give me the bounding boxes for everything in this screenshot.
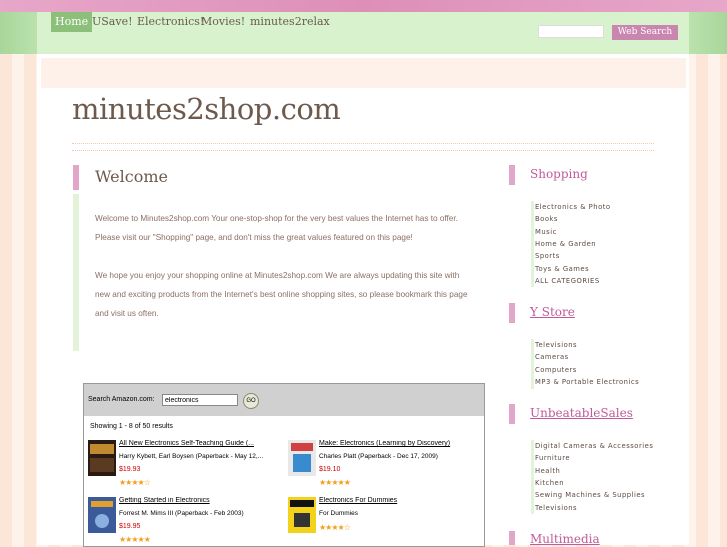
web-search-button[interactable]: Web Search (612, 25, 678, 40)
nav-usave[interactable]: USave! (92, 12, 133, 32)
sidebar-link-kitchen[interactable]: Kitchen (535, 479, 564, 487)
product-title-link[interactable]: Make: Electronics (Learning by Discovery… (319, 440, 479, 447)
welcome-accent-bar (73, 165, 79, 190)
sidebar-list-line (531, 339, 534, 389)
sidebar-link-music[interactable]: Music (535, 228, 557, 236)
nav-minutes2relax[interactable]: minutes2relax (250, 12, 330, 32)
nav-home[interactable]: Home (51, 12, 93, 32)
product-author: Harry Kybett, Earl Boysen (Paperback - M… (119, 453, 264, 460)
sidebar-accent-bar (509, 303, 515, 323)
sidebar-heading-shopping: Shopping (530, 167, 588, 181)
product-item: Electronics For Dummies For Dummies ★★★★… (288, 497, 479, 546)
header-strip (41, 58, 686, 88)
sidebar-link-books[interactable]: Books (535, 215, 558, 223)
nav-electronics[interactable]: Electronics! (137, 12, 204, 32)
sidebar-link-sewing-machines[interactable]: Sewing Machines & Supplies (535, 491, 645, 499)
sidebar-link-furniture[interactable]: Furniture (535, 454, 570, 462)
nav-movies[interactable]: Movies! (201, 12, 245, 32)
sidebar-link-electronics-photo[interactable]: Electronics & Photo (535, 203, 611, 211)
rating-stars-icon: ★★★★☆ (319, 523, 351, 532)
amazon-search-widget: Search Amazon.com: GO Showing 1 - 8 of 5… (83, 383, 485, 547)
sidebar-heading-y-store[interactable]: Y Store (530, 305, 575, 319)
header-divider (72, 143, 654, 151)
amazon-go-button[interactable]: GO (243, 393, 259, 409)
product-title-link[interactable]: All New Electronics Self-Teaching Guide … (119, 440, 279, 447)
product-price: $19.95 (119, 523, 141, 530)
book-cover-thumbnail[interactable] (288, 440, 316, 476)
sidebar-link-cameras[interactable]: Cameras (535, 353, 569, 361)
sidebar-link-health[interactable]: Health (535, 467, 560, 475)
amazon-search-label: Search Amazon.com: (88, 396, 155, 403)
amazon-search-input[interactable] (162, 394, 238, 406)
product-item: Make: Electronics (Learning by Discovery… (288, 440, 478, 495)
sidebar-heading-multimedia[interactable]: Multimedia (530, 532, 600, 546)
product-price: $19.93 (119, 466, 141, 473)
sidebar-accent-bar (509, 531, 515, 545)
site-title[interactable]: minutes2shop.com (72, 92, 341, 126)
top-pink-band (0, 0, 727, 12)
book-cover-thumbnail[interactable] (88, 497, 116, 533)
sidebar-link-sports[interactable]: Sports (535, 252, 560, 260)
product-item: All New Electronics Self-Teaching Guide … (88, 440, 278, 495)
sidebar-list-line (531, 440, 534, 514)
sidebar-accent-bar (509, 404, 515, 424)
welcome-paragraph-2: We hope you enjoy your shopping online a… (95, 271, 468, 318)
book-cover-thumbnail[interactable] (88, 440, 116, 476)
sidebar-link-mp3-portable[interactable]: MP3 & Portable Electronics (535, 378, 639, 386)
sidebar-list-line (531, 201, 534, 287)
amazon-search-header: Search Amazon.com: GO (84, 384, 484, 416)
sidebar-link-digital-cameras[interactable]: Digital Cameras & Accessories (535, 442, 653, 450)
rating-stars-icon: ★★★★★ (119, 535, 151, 544)
web-search-input[interactable] (538, 25, 604, 38)
sidebar-link-televisions-2[interactable]: Televisions (535, 504, 577, 512)
sidebar-link-home-garden[interactable]: Home & Garden (535, 240, 596, 248)
sidebar-link-toys-games[interactable]: Toys & Games (535, 265, 589, 273)
sidebar-link-televisions[interactable]: Televisions (535, 341, 577, 349)
welcome-paragraph-1: Welcome to Minutes2shop.com Your one-sto… (95, 214, 458, 242)
product-author: Charles Platt (Paperback - Dec 17, 2009) (319, 453, 438, 460)
product-author: Forrest M. Mims III (Paperback - Feb 200… (119, 510, 244, 517)
product-author: For Dummies (319, 510, 359, 517)
welcome-heading: Welcome (95, 167, 168, 186)
rating-stars-icon: ★★★★☆ (119, 478, 151, 487)
sidebar-link-all-categories[interactable]: ALL CATEGORIES (535, 277, 600, 285)
sidebar-accent-bar (509, 165, 515, 185)
book-cover-thumbnail[interactable] (288, 497, 316, 533)
rating-stars-icon: ★★★★★ (319, 478, 351, 487)
product-item: Getting Started in Electronics Forrest M… (88, 497, 279, 546)
sidebar-link-computers[interactable]: Computers (535, 366, 577, 374)
product-title-link[interactable]: Electronics For Dummies (319, 497, 479, 504)
amazon-result-count: Showing 1 - 8 of 50 results (90, 423, 173, 430)
product-price: $19.10 (319, 466, 341, 473)
product-title-link[interactable]: Getting Started in Electronics (119, 497, 279, 504)
sidebar-heading-unbeatablesales[interactable]: UnbeatableSales (530, 406, 633, 420)
welcome-side-line (73, 194, 79, 351)
